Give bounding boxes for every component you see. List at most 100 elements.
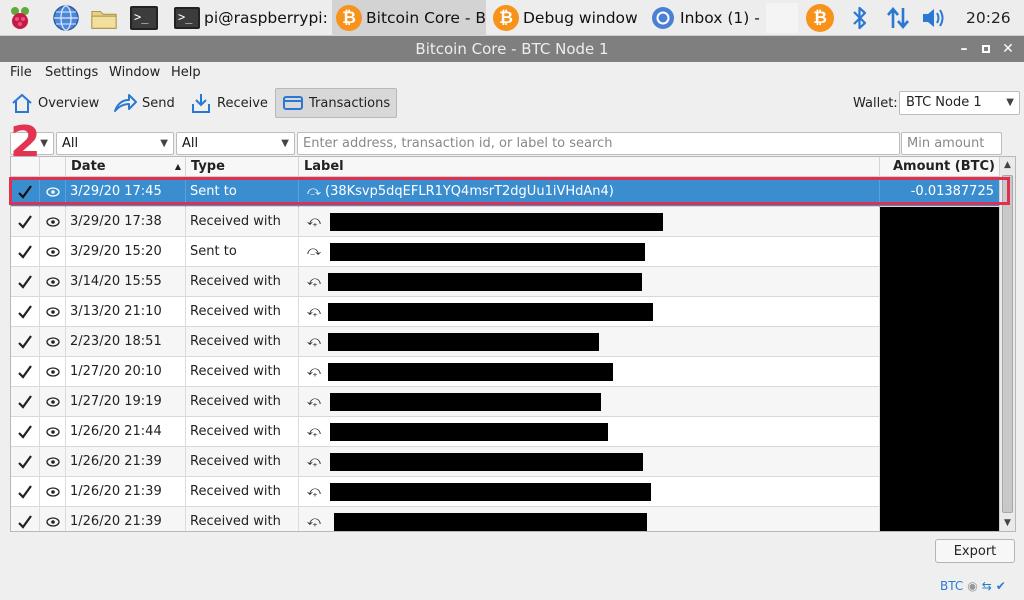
menu-file[interactable]: File: [10, 65, 32, 80]
table-row[interactable]: 1/26/20 21:44 Received with ⤽: [11, 417, 999, 447]
type-cell: Received with: [186, 357, 299, 387]
taskbar-terminal-window[interactable]: >_ pi@raspberrypi:: [170, 0, 330, 36]
redacted-label: [328, 363, 613, 381]
date-cell: 3/29/20 17:38: [66, 207, 186, 237]
date-cell: 3/13/20 21:10: [66, 297, 186, 327]
bitcoin-icon: ₿: [493, 5, 519, 31]
send-icon: [114, 94, 137, 112]
taskbar-inbox-window[interactable]: Inbox (1) -: [646, 0, 798, 36]
amount-column-header[interactable]: Amount (BTC): [880, 157, 999, 177]
table-row[interactable]: 1/27/20 20:10 Received with ⤽: [11, 357, 999, 387]
min-amount-input[interactable]: Min amount: [901, 132, 1002, 155]
scroll-up-icon[interactable]: ▲: [1000, 157, 1015, 173]
watch-eye-icon: [40, 177, 66, 207]
menu-bar: File Settings Window Help: [0, 62, 1024, 84]
vertical-scrollbar[interactable]: ▲ ▼: [999, 157, 1015, 531]
table-row[interactable]: 3/29/20 17:45 Sent to ⤼ (38Ksvp5dqEFLR1YQ4m…: [11, 177, 999, 207]
date-filter[interactable]: All ▼: [56, 132, 174, 155]
file-manager-icon[interactable]: [90, 4, 118, 32]
confirmed-check-icon: [11, 267, 40, 297]
export-label: Export: [953, 543, 997, 559]
window-titlebar[interactable]: Bitcoin Core - BTC Node 1 – ✕: [0, 36, 1024, 62]
bluetooth-icon[interactable]: [846, 4, 874, 32]
label-cell: ⤽: [299, 507, 880, 531]
overview-tab[interactable]: Overview: [4, 88, 106, 118]
label-cell: ⤽: [299, 357, 880, 387]
watch-column-header[interactable]: [40, 157, 66, 177]
bitcoin-tray-icon[interactable]: ₿: [806, 4, 834, 32]
date-column-header[interactable]: Date ▲: [66, 157, 186, 177]
date-cell: 3/14/20 15:55: [66, 267, 186, 297]
type-cell: Sent to: [186, 177, 299, 207]
terminal-icon[interactable]: >_: [130, 4, 158, 32]
type-cell: Received with: [186, 477, 299, 507]
taskbar-bitcoin-core-window[interactable]: ₿ Bitcoin Core - B: [332, 0, 486, 36]
type-column-header[interactable]: Type: [186, 157, 299, 177]
raspberry-menu-icon[interactable]: [6, 4, 34, 32]
minimize-icon[interactable]: –: [954, 36, 974, 62]
label-cell: ⤼ (38Ksvp5dqEFLR1YQ4msrT2dgUu1iVHdAn4): [299, 177, 880, 207]
receive-tab[interactable]: Receive: [183, 88, 275, 118]
volume-icon[interactable]: [920, 4, 948, 32]
menu-help[interactable]: Help: [171, 65, 201, 80]
scroll-down-icon[interactable]: ▼: [1000, 515, 1015, 531]
table-row[interactable]: 1/26/20 21:39 Received with ⤽: [11, 507, 999, 531]
taskbar-debug-window[interactable]: ₿ Debug window: [489, 0, 643, 36]
confirmed-check-icon: [11, 447, 40, 477]
redacted-label: [328, 303, 653, 321]
redacted-label: [334, 513, 647, 531]
web-browser-icon[interactable]: [52, 4, 80, 32]
type-filter[interactable]: All ▼: [176, 132, 295, 155]
watch-eye-icon: [40, 507, 66, 531]
wallet-label: Wallet:: [853, 96, 898, 111]
date-header-label: Date: [71, 159, 106, 174]
date-cell: 1/26/20 21:39: [66, 447, 186, 477]
date-cell: 3/29/20 17:45: [66, 177, 186, 207]
redacted-label: [328, 333, 599, 351]
transactions-label: Transactions: [309, 95, 391, 111]
table-row[interactable]: 1/26/20 21:39 Received with ⤽: [11, 447, 999, 477]
overview-label: Overview: [38, 95, 100, 111]
export-button[interactable]: Export: [935, 539, 1015, 563]
watch-eye-icon: [40, 327, 66, 357]
menu-window[interactable]: Window: [109, 65, 160, 80]
date-cell: 1/27/20 19:19: [66, 387, 186, 417]
unit-label[interactable]: BTC: [940, 579, 963, 593]
confirmed-check-icon: [11, 297, 40, 327]
chevron-down-icon: ▼: [1006, 97, 1014, 108]
confirmed-check-icon: [11, 357, 40, 387]
network-icon[interactable]: [884, 4, 912, 32]
table-row[interactable]: 3/13/20 21:10 Received with ⤽: [11, 297, 999, 327]
redacted-label: [328, 273, 642, 291]
date-cell: 2/23/20 18:51: [66, 327, 186, 357]
table-row[interactable]: 3/29/20 17:38 Received with ⤽: [11, 207, 999, 237]
table-row[interactable]: 2/23/20 18:51 Received with ⤽: [11, 327, 999, 357]
label-text: (38Ksvp5dqEFLR1YQ4msrT2dgUu1iVHdAn4): [325, 184, 614, 199]
type-cell: Received with: [186, 267, 299, 297]
search-input[interactable]: Enter address, transaction id, or label …: [297, 132, 900, 155]
menu-settings[interactable]: Settings: [45, 65, 98, 80]
table-row[interactable]: 1/26/20 21:39 Received with ⤽: [11, 477, 999, 507]
received-arrow-icon: ⤽: [307, 424, 321, 439]
redacted-label: [330, 483, 651, 501]
chevron-down-icon: ▼: [40, 138, 48, 149]
label-column-header[interactable]: Label: [299, 157, 880, 177]
scrollbar-thumb[interactable]: [1002, 175, 1013, 513]
wallet-select[interactable]: BTC Node 1 ▼: [899, 91, 1020, 115]
redacted-label: [330, 423, 608, 441]
table-row[interactable]: 3/14/20 15:55 Received with ⤽: [11, 267, 999, 297]
table-row[interactable]: 3/29/20 15:20 Sent to ⤼: [11, 237, 999, 267]
received-arrow-icon: ⤽: [307, 484, 321, 499]
status-column-header[interactable]: [11, 157, 40, 177]
taskbar-button-label: Inbox (1) -: [680, 9, 760, 27]
send-tab[interactable]: Send: [106, 88, 182, 118]
close-icon[interactable]: ✕: [998, 36, 1018, 62]
network-activity-icon[interactable]: ⇆: [982, 579, 992, 593]
transactions-tab[interactable]: Transactions: [275, 88, 398, 118]
date-cell: 1/26/20 21:39: [66, 477, 186, 507]
clock: 20:26: [966, 9, 1011, 27]
maximize-icon[interactable]: [976, 36, 996, 62]
received-arrow-icon: ⤽: [307, 394, 321, 409]
table-row[interactable]: 1/27/20 19:19 Received with ⤽: [11, 387, 999, 417]
confirmed-check-icon: [11, 237, 40, 267]
